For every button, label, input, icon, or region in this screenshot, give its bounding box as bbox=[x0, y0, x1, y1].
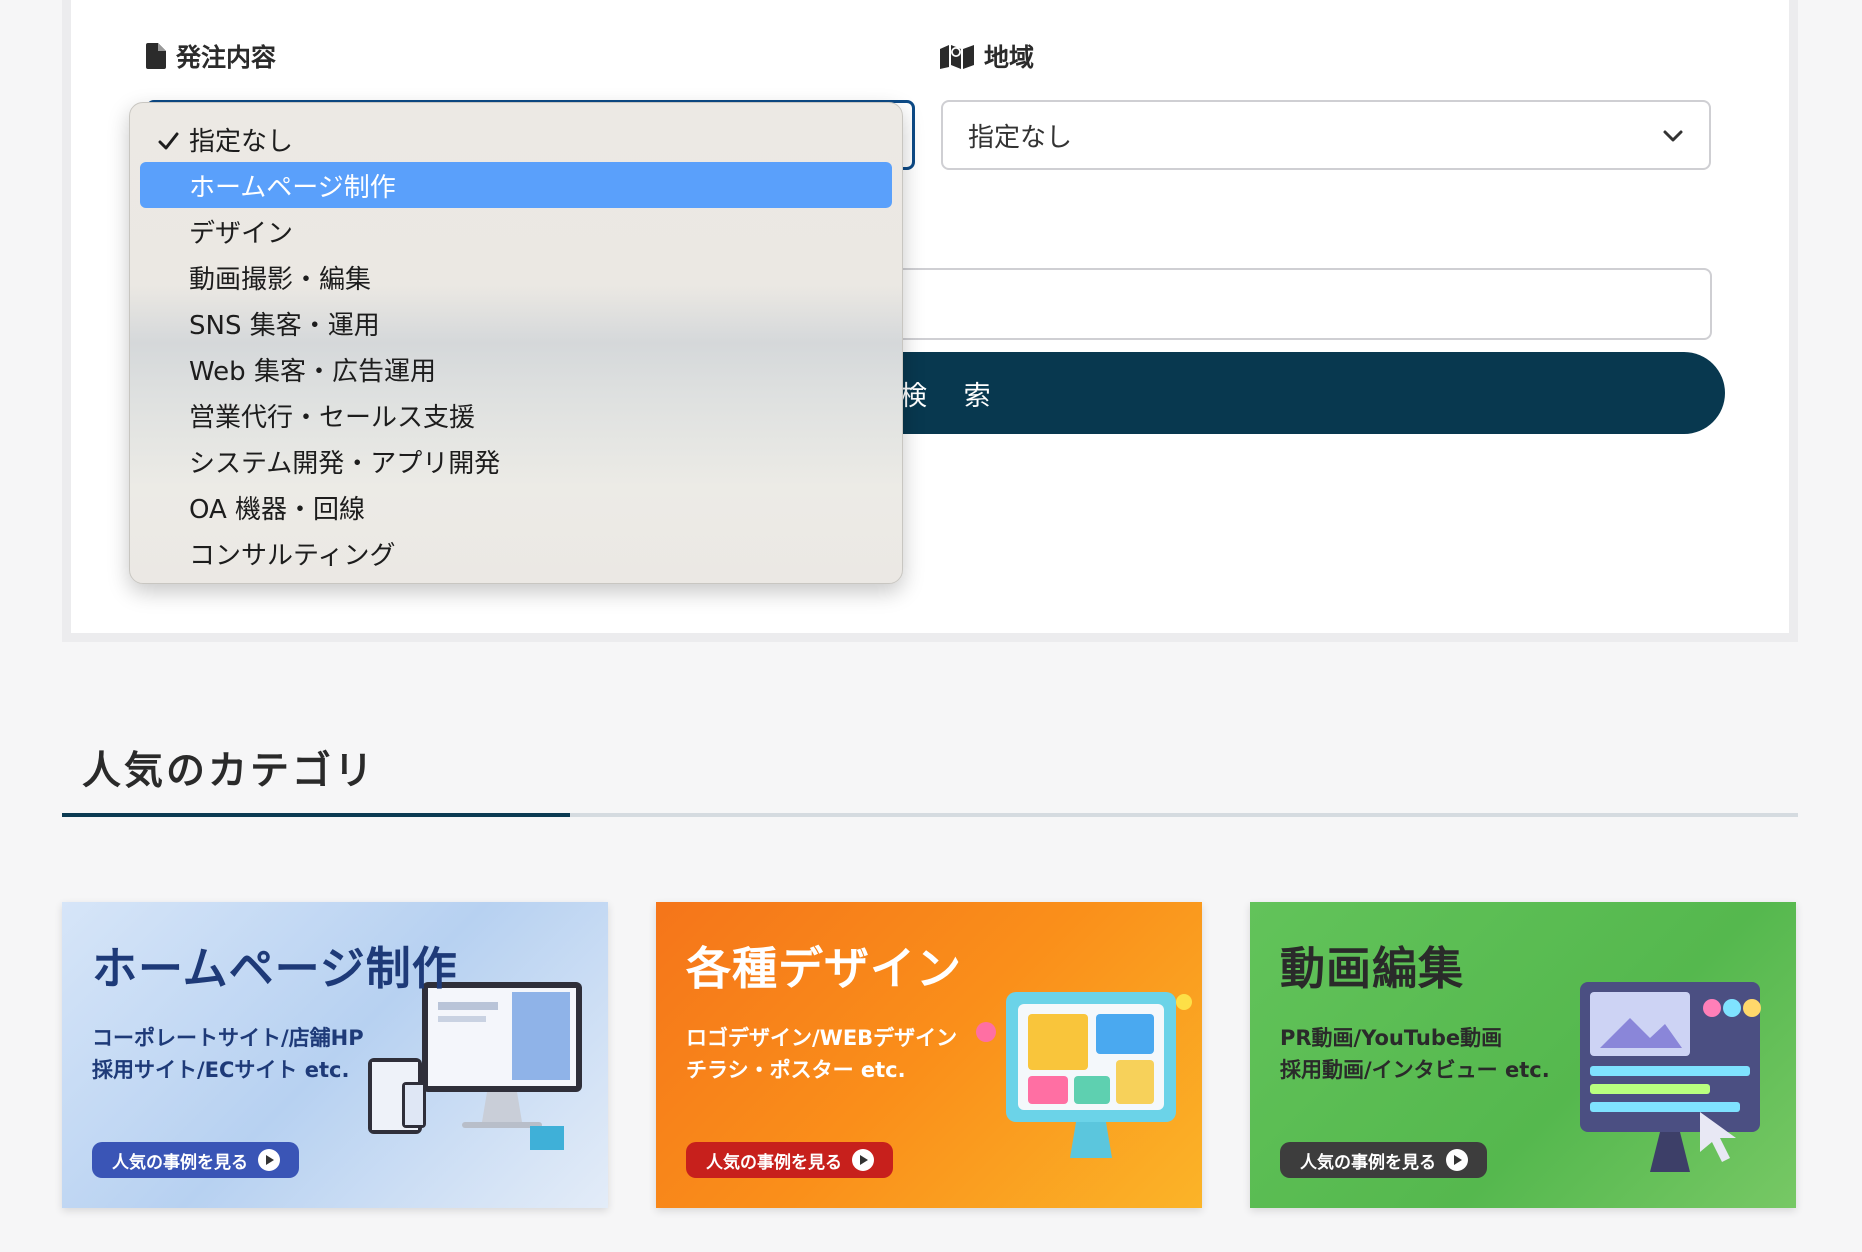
search-button[interactable]: 検 索 bbox=[840, 352, 1725, 434]
dropdown-option-sales[interactable]: 営業代行・セールス支援 bbox=[140, 392, 892, 438]
area-select-value: 指定なし bbox=[968, 122, 1073, 153]
order-type-dropdown: 指定なし ホームページ制作 デザイン 動画撮影・編集 SNS 集客・運用 Web… bbox=[129, 102, 903, 584]
dropdown-option-design[interactable]: デザイン bbox=[140, 208, 892, 254]
section-title: 人気のカテゴリ bbox=[82, 749, 377, 794]
section-divider-accent bbox=[62, 813, 570, 817]
dropdown-option-consulting[interactable]: コンサルティング bbox=[140, 530, 892, 576]
video-editor-illustration bbox=[1580, 982, 1761, 1172]
play-icon bbox=[258, 1149, 280, 1171]
card-subtitle: PR動画/YouTube動画 採用動画/インタビュー etc. bbox=[1280, 1026, 1550, 1082]
card-subtitle: コーポレートサイト/店舗HP 採用サイト/ECサイト etc. bbox=[92, 1026, 364, 1082]
dropdown-option-sns[interactable]: SNS 集客・運用 bbox=[140, 300, 892, 346]
dropdown-option-none[interactable]: 指定なし bbox=[140, 116, 892, 162]
design-illustration bbox=[976, 992, 1192, 1158]
area-label: 地域 bbox=[940, 38, 1034, 74]
chevron-down-icon bbox=[1661, 124, 1685, 155]
area-label-text: 地域 bbox=[984, 43, 1035, 72]
devices-illustration bbox=[368, 982, 582, 1150]
dropdown-option-oa[interactable]: OA 機器・回線 bbox=[140, 484, 892, 530]
area-select[interactable]: 指定なし bbox=[941, 100, 1711, 170]
section-divider bbox=[62, 813, 1798, 817]
dropdown-option-video[interactable]: 動画撮影・編集 bbox=[140, 254, 892, 300]
card-cta-button[interactable]: 人気の事例を見る bbox=[92, 1142, 299, 1178]
order-type-label: 発注内容 bbox=[146, 38, 276, 74]
card-cta-button[interactable]: 人気の事例を見る bbox=[1280, 1142, 1487, 1178]
card-title: 各種デザイン bbox=[686, 942, 963, 995]
category-card-video[interactable]: 動画編集 PR動画/YouTube動画 採用動画/インタビュー etc. 人気の… bbox=[1250, 902, 1796, 1208]
checkmark-icon bbox=[157, 129, 179, 159]
document-icon bbox=[146, 43, 166, 69]
category-card-design[interactable]: 各種デザイン ロゴデザイン/WEBデザイン チラシ・ポスター etc. 人気の事… bbox=[656, 902, 1202, 1208]
keyword-input[interactable] bbox=[860, 268, 1712, 340]
order-type-label-text: 発注内容 bbox=[176, 43, 277, 72]
dropdown-option-web-ads[interactable]: Web 集客・広告運用 bbox=[140, 346, 892, 392]
card-cta-button[interactable]: 人気の事例を見る bbox=[686, 1142, 893, 1178]
card-subtitle: ロゴデザイン/WEBデザイン チラシ・ポスター etc. bbox=[686, 1026, 958, 1082]
play-icon bbox=[852, 1149, 874, 1171]
play-icon bbox=[1446, 1149, 1468, 1171]
card-title: ホームページ制作 bbox=[92, 942, 458, 995]
dropdown-option-homepage[interactable]: ホームページ制作 bbox=[140, 162, 892, 208]
card-title: 動画編集 bbox=[1280, 942, 1465, 995]
map-icon bbox=[940, 43, 974, 69]
dropdown-option-system-dev[interactable]: システム開発・アプリ開発 bbox=[140, 438, 892, 484]
category-card-homepage[interactable]: ホームページ制作 コーポレートサイト/店舗HP 採用サイト/ECサイト etc.… bbox=[62, 902, 608, 1208]
